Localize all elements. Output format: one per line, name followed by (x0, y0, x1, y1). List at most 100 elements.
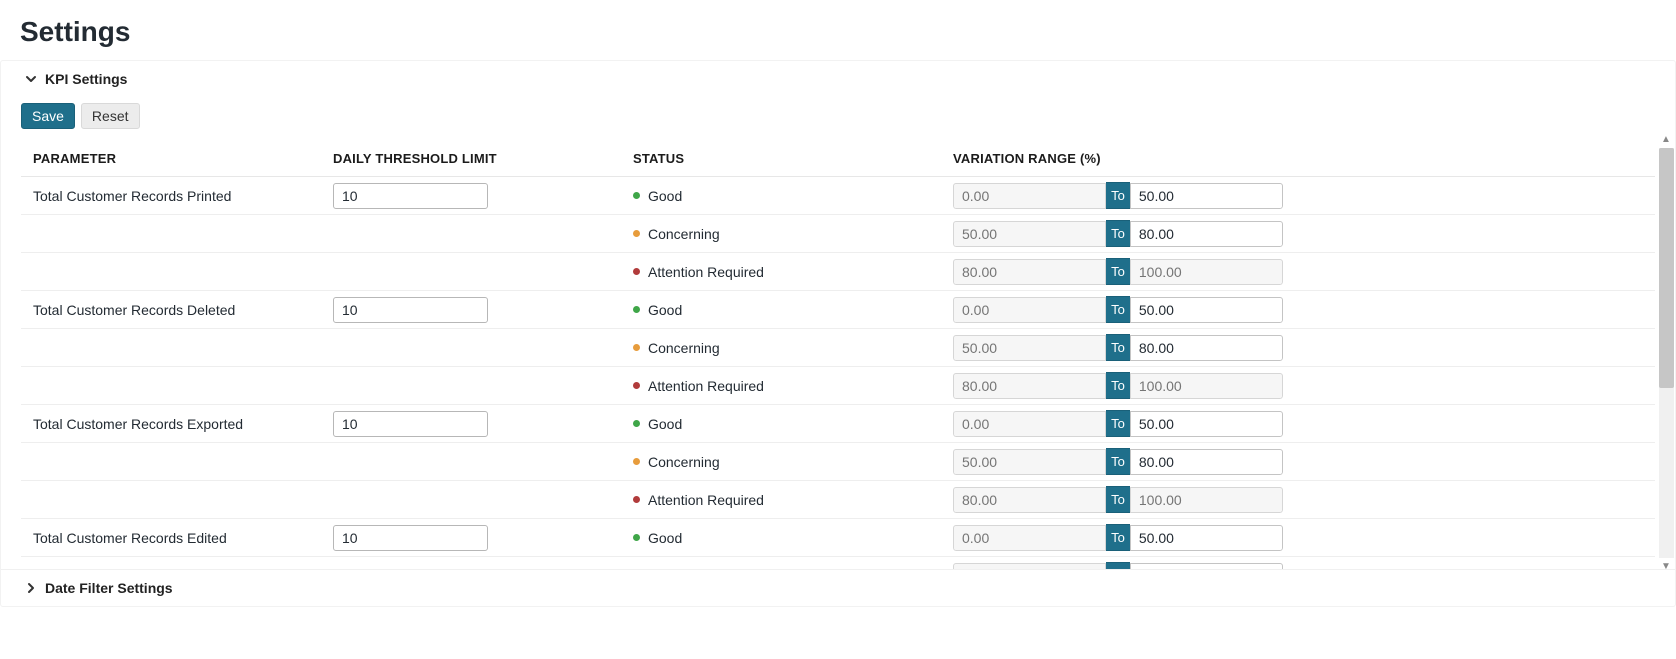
variation-range-group: To (953, 258, 1283, 285)
table-row: Concerning To (21, 443, 1655, 481)
grid-body[interactable]: Total Customer Records PrintedGoodToConc… (21, 177, 1655, 569)
status-cell: Good (633, 530, 953, 546)
parameter-name: Total Customer Records Printed (33, 188, 333, 204)
reset-button[interactable]: Reset (81, 103, 140, 129)
variation-to-input[interactable] (1130, 449, 1283, 475)
variation-to-input[interactable] (1130, 183, 1283, 209)
status-label: Attention Required (648, 492, 764, 508)
status-dot-icon (633, 344, 640, 351)
status-cell: Good (633, 188, 953, 204)
variation-range-group: To (953, 448, 1283, 475)
variation-range-group: To (953, 220, 1283, 247)
status-label: Concerning (648, 340, 720, 356)
status-cell: Concerning (633, 226, 953, 242)
status-label: Attention Required (648, 264, 764, 280)
variation-from-input (953, 487, 1106, 513)
variation-range-group: To (953, 182, 1283, 209)
status-cell: Attention Required (633, 378, 953, 394)
range-separator: To (1106, 220, 1130, 247)
status-cell: Concerning (633, 454, 953, 470)
variation-range-group: To (953, 296, 1283, 323)
chevron-right-icon (25, 582, 37, 594)
col-header-status: STATUS (633, 151, 953, 166)
table-row: Total Customer Records Printed Good To (21, 177, 1655, 215)
status-dot-icon (633, 534, 640, 541)
variation-to-input[interactable] (1130, 297, 1283, 323)
variation-range-group: To (953, 486, 1283, 513)
action-buttons: Save Reset (1, 97, 1675, 141)
variation-to-input[interactable] (1130, 335, 1283, 361)
variation-range-group: To (953, 334, 1283, 361)
daily-threshold-input[interactable] (333, 411, 488, 437)
status-label: Attention Required (648, 378, 764, 394)
grid-header: PARAMETER DAILY THRESHOLD LIMIT STATUS V… (21, 141, 1655, 177)
scrollbar-thumb[interactable] (1659, 148, 1674, 388)
scrollbar[interactable]: ▲ ▼ (1659, 148, 1674, 558)
status-dot-icon (633, 306, 640, 313)
variation-to-input[interactable] (1130, 525, 1283, 551)
kpi-grid: PARAMETER DAILY THRESHOLD LIMIT STATUS V… (1, 141, 1675, 569)
variation-range-group: To (953, 372, 1283, 399)
variation-range-group: To (953, 562, 1283, 569)
section-toggle-date-filter[interactable]: Date Filter Settings (1, 569, 1675, 606)
table-row: Attention Required To (21, 253, 1655, 291)
status-cell: Good (633, 302, 953, 318)
variation-range-group: To (953, 524, 1283, 551)
parameter-name: Total Customer Records Edited (33, 530, 333, 546)
variation-from-input (953, 449, 1106, 475)
parameter-name: Total Customer Records Deleted (33, 302, 333, 318)
parameter-name: Total Customer Records Exported (33, 416, 333, 432)
status-cell: Good (633, 416, 953, 432)
status-label: Good (648, 416, 682, 432)
range-separator: To (1106, 486, 1130, 513)
variation-from-input (953, 563, 1106, 570)
range-separator: To (1106, 182, 1130, 209)
variation-from-input (953, 259, 1106, 285)
daily-threshold-input[interactable] (333, 183, 488, 209)
scroll-down-icon: ▼ (1661, 561, 1671, 572)
status-label: Concerning (648, 454, 720, 470)
table-row: Attention Required To (21, 481, 1655, 519)
status-dot-icon (633, 420, 640, 427)
chevron-down-icon (25, 73, 37, 85)
variation-to-input (1130, 487, 1283, 513)
section-title-kpi: KPI Settings (45, 71, 127, 87)
range-separator: To (1106, 410, 1130, 437)
page-title: Settings (0, 0, 1676, 60)
status-cell: Concerning (633, 340, 953, 356)
table-row: Concerning To (21, 215, 1655, 253)
status-dot-icon (633, 268, 640, 275)
variation-to-input (1130, 259, 1283, 285)
variation-from-input (953, 297, 1106, 323)
section-title-date-filter: Date Filter Settings (45, 580, 173, 596)
save-button[interactable]: Save (21, 103, 75, 129)
status-dot-icon (633, 458, 640, 465)
settings-panel: KPI Settings Save Reset PARAMETER DAILY … (0, 60, 1676, 607)
daily-threshold-input[interactable] (333, 525, 488, 551)
status-cell: Attention Required (633, 492, 953, 508)
table-row: Attention Required To (21, 367, 1655, 405)
range-separator: To (1106, 334, 1130, 361)
range-separator: To (1106, 562, 1130, 569)
variation-from-input (953, 525, 1106, 551)
variation-from-input (953, 221, 1106, 247)
variation-from-input (953, 411, 1106, 437)
table-row: Total Customer Records Deleted GoodTo (21, 291, 1655, 329)
range-separator: To (1106, 372, 1130, 399)
daily-threshold-input[interactable] (333, 297, 488, 323)
range-separator: To (1106, 448, 1130, 475)
variation-from-input (953, 183, 1106, 209)
variation-range-group: To (953, 410, 1283, 437)
status-dot-icon (633, 192, 640, 199)
variation-to-input[interactable] (1130, 411, 1283, 437)
variation-from-input (953, 335, 1106, 361)
table-row: Concerning To (21, 329, 1655, 367)
section-toggle-kpi-settings[interactable]: KPI Settings (1, 61, 1675, 97)
status-label: Concerning (648, 568, 720, 570)
status-dot-icon (633, 230, 640, 237)
range-separator: To (1106, 258, 1130, 285)
variation-to-input[interactable] (1130, 563, 1283, 570)
col-header-threshold: DAILY THRESHOLD LIMIT (333, 151, 633, 166)
variation-to-input[interactable] (1130, 221, 1283, 247)
status-cell: Attention Required (633, 264, 953, 280)
